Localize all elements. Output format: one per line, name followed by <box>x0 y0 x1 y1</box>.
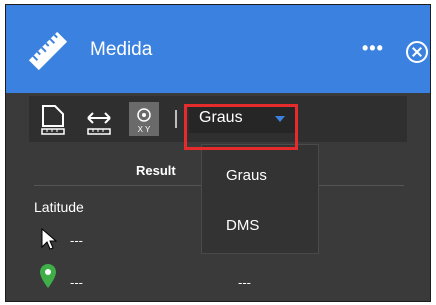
results-label: Result <box>136 163 176 178</box>
pin-value-longitude: --- <box>238 275 251 290</box>
highlight-box <box>184 104 298 150</box>
distance-measure-icon[interactable] <box>85 102 113 136</box>
latitude-label: Latitude <box>34 199 84 215</box>
pin-value-latitude: --- <box>70 275 83 290</box>
cursor-icon <box>41 227 58 250</box>
ruler-icon <box>28 31 68 71</box>
measure-widget: Medida ••• X Y Graus Result Latitude ---… <box>5 4 431 302</box>
more-options-icon[interactable]: ••• <box>362 38 384 59</box>
cursor-value: --- <box>70 233 83 248</box>
location-xy-icon: X Y <box>137 108 151 134</box>
area-measure-icon[interactable] <box>39 102 67 136</box>
unit-dropdown-menu: Graus DMS <box>201 144 319 254</box>
widget-title: Medida <box>90 39 153 60</box>
close-icon[interactable] <box>406 41 428 63</box>
widget-header: Medida ••• <box>6 5 430 93</box>
location-xy-label: X Y <box>138 125 151 134</box>
toolbar-separator <box>175 110 177 128</box>
location-tool-button[interactable]: X Y <box>129 102 159 136</box>
map-pin-icon <box>40 264 56 288</box>
